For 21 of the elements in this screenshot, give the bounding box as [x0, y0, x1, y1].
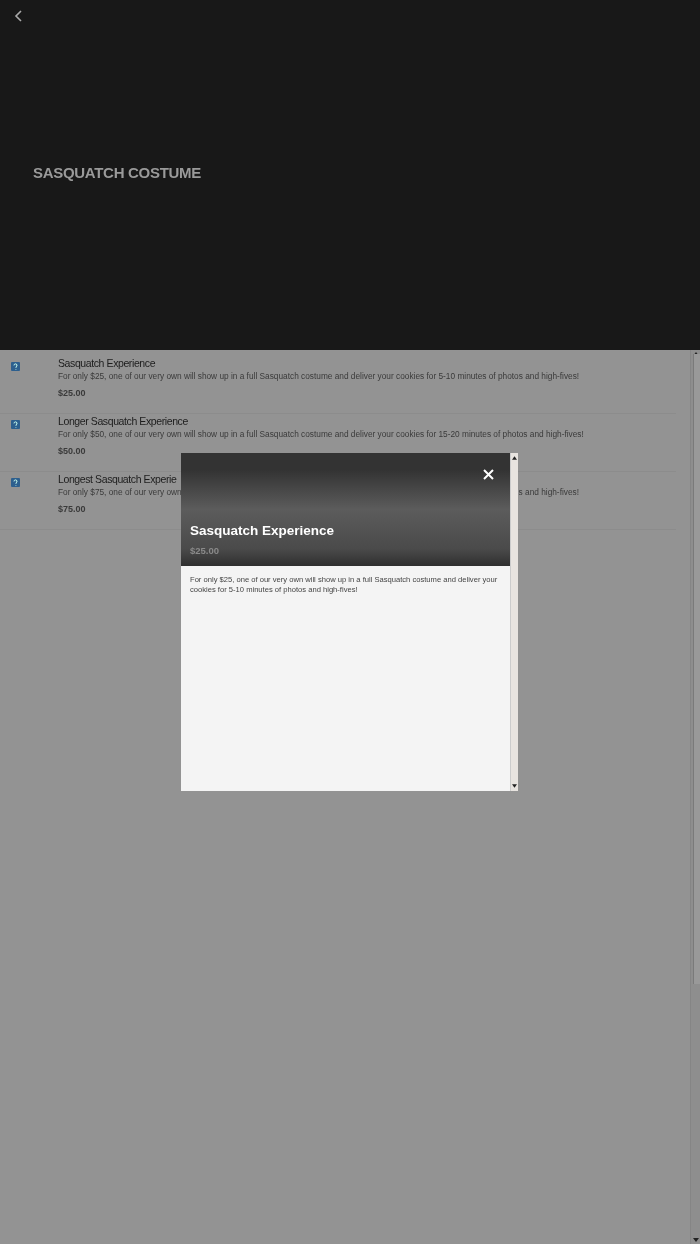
item-name: Longest Sasquatch Experie [58, 473, 177, 485]
page-title: SASQUATCH COSTUME [33, 164, 201, 181]
dialog-scrollbar[interactable] [510, 453, 518, 791]
item-price: $50.00 [58, 446, 86, 456]
item-name: Sasquatch Experience [58, 357, 156, 369]
dialog-title: Sasquatch Experience [190, 523, 335, 538]
item-description: For only $50, one of our very own will show up in a full Sasquatch costume and deliver your cookies for 15-20 minutes of photos and high-fives! [58, 429, 584, 439]
item-description: For only $75, one of our very own [58, 487, 182, 497]
close-icon[interactable] [483, 469, 494, 480]
scroll-down-icon[interactable] [512, 783, 517, 789]
help-icon [11, 362, 20, 371]
help-icon [11, 478, 20, 487]
item-description: s and high-fives! [518, 487, 579, 497]
help-icon [11, 420, 20, 429]
scroll-up-icon[interactable] [512, 455, 517, 461]
item-name: Longer Sasquatch Experience [58, 415, 188, 427]
item-description: For only $25, one of our very own will show up in a full Sasquatch costume and deliver your cookies for 5-10 minutes of photos and high-fives! [58, 371, 580, 381]
item-price: $75.00 [58, 504, 86, 514]
item-price: $25.00 [58, 388, 86, 398]
back-icon[interactable] [14, 10, 24, 22]
dialog-price: $25.00 [190, 545, 220, 556]
